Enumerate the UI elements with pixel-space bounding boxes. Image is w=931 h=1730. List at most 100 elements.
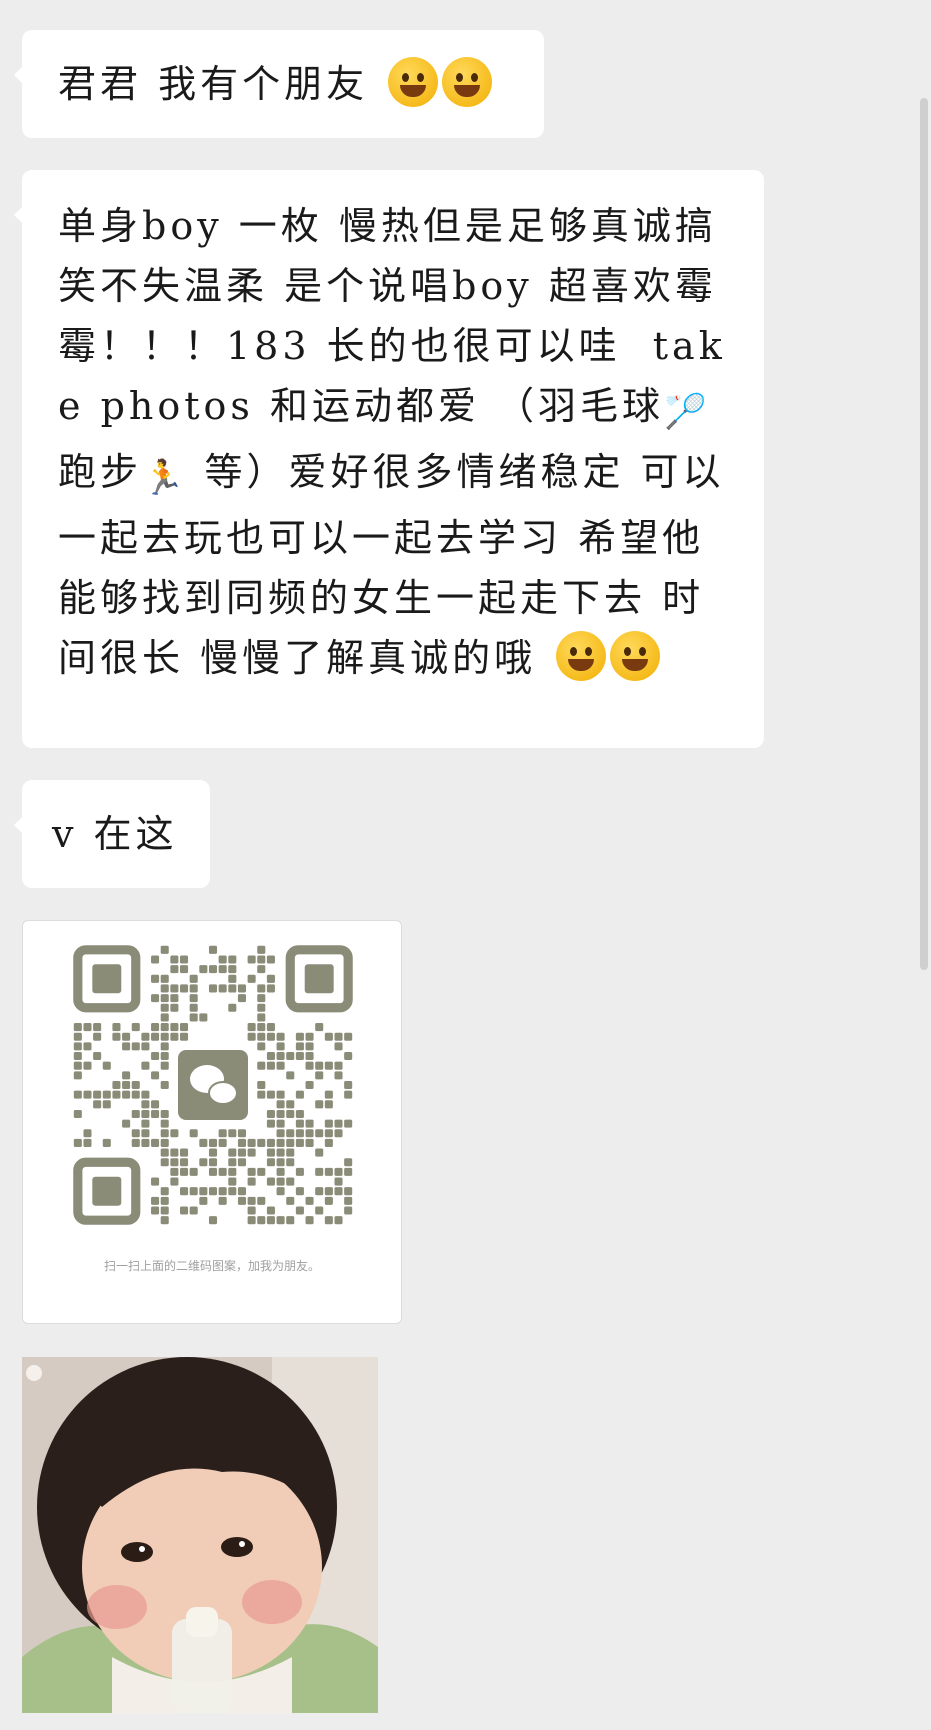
message-bubble-3[interactable]: v 在这 xyxy=(14,780,210,888)
qr-module xyxy=(160,1080,169,1090)
qr-module xyxy=(247,1196,256,1205)
qr-module xyxy=(122,1090,131,1099)
qr-module xyxy=(276,1129,285,1138)
qr-module xyxy=(257,955,266,964)
qr-module xyxy=(170,955,179,964)
qr-module xyxy=(247,1167,256,1176)
qr-module xyxy=(266,955,275,964)
qr-module xyxy=(208,984,218,993)
qr-module xyxy=(189,1013,198,1022)
qr-module xyxy=(180,1158,189,1167)
qr-module xyxy=(257,945,266,954)
qr-module xyxy=(228,1129,237,1138)
qr-module xyxy=(324,1100,333,1109)
qr-module xyxy=(180,965,189,974)
scrollbar[interactable] xyxy=(920,98,928,970)
qr-code-card[interactable]: 扫一扫上面的二维码图案，加我为朋友。 xyxy=(22,920,402,1324)
qr-module xyxy=(160,1216,169,1225)
qr-module xyxy=(83,1042,92,1051)
qr-module xyxy=(151,974,160,983)
qr-module xyxy=(266,1032,275,1041)
qr-module xyxy=(344,1206,353,1215)
qr-module xyxy=(83,1129,92,1138)
qr-module xyxy=(247,1148,256,1157)
qr-module xyxy=(199,1187,208,1196)
qr-module xyxy=(305,1042,314,1051)
qr-module xyxy=(266,1119,275,1128)
qr-module xyxy=(286,1158,295,1167)
qr-module xyxy=(295,1042,304,1051)
qr-module xyxy=(180,955,189,964)
qr-module xyxy=(228,1148,237,1157)
qr-module xyxy=(286,1109,295,1118)
qr-module xyxy=(344,1119,353,1128)
qr-module xyxy=(170,1032,179,1041)
qr-module xyxy=(334,1061,343,1070)
qr-module xyxy=(295,1052,304,1061)
qr-module xyxy=(122,1071,131,1080)
qr-module xyxy=(228,1187,237,1196)
qr-module xyxy=(208,1216,218,1225)
qr-module xyxy=(160,1109,169,1118)
qr-module xyxy=(160,984,169,993)
qr-module xyxy=(151,1071,160,1080)
qr-module xyxy=(276,1167,285,1176)
qr-module xyxy=(276,1138,285,1147)
qr-module xyxy=(266,1138,275,1147)
qr-module xyxy=(151,1032,160,1041)
qr-module xyxy=(160,1003,169,1012)
qr-module xyxy=(218,1129,227,1138)
qr-module xyxy=(305,1080,314,1090)
qr-module xyxy=(286,1216,295,1225)
qr-module xyxy=(247,1023,256,1032)
qr-module xyxy=(315,1206,324,1215)
qr-module xyxy=(151,1138,160,1147)
qr-module xyxy=(218,955,227,964)
qr-module xyxy=(266,1148,275,1157)
qr-module xyxy=(208,1148,218,1157)
qr-module xyxy=(83,1023,92,1032)
qr-module xyxy=(218,1138,227,1147)
qr-module xyxy=(73,1090,82,1099)
qr-module xyxy=(73,1042,82,1051)
child-photo[interactable] xyxy=(22,1357,378,1713)
qr-module xyxy=(305,1119,314,1128)
qr-module xyxy=(160,1158,169,1167)
grinning-emoji-icon xyxy=(388,57,439,107)
qr-module xyxy=(131,1129,140,1138)
qr-module xyxy=(170,1003,179,1012)
qr-module xyxy=(160,1032,169,1041)
qr-module xyxy=(315,1061,324,1070)
qr-module xyxy=(334,1187,343,1196)
qr-module xyxy=(189,1003,198,1012)
qr-module xyxy=(208,1138,218,1147)
qr-module xyxy=(295,1109,304,1118)
qr-module xyxy=(315,1148,324,1157)
qr-module xyxy=(344,1090,353,1099)
qr-module xyxy=(247,1138,256,1147)
qr-module xyxy=(295,1129,304,1138)
qr-module xyxy=(93,1032,102,1041)
qr-module xyxy=(305,1138,314,1147)
qr-module xyxy=(141,1032,150,1041)
qr-module xyxy=(276,1042,285,1051)
grinning-emoji-icon xyxy=(442,57,493,107)
qr-module xyxy=(83,1138,92,1147)
qr-module xyxy=(334,1177,343,1186)
qr-module xyxy=(141,1061,150,1070)
qr-module xyxy=(170,984,179,993)
qr-module xyxy=(257,1196,266,1205)
qr-module xyxy=(189,1167,198,1176)
qr-module xyxy=(170,1158,179,1167)
qr-module xyxy=(266,984,275,993)
qr-module xyxy=(160,1052,169,1061)
message-bubble-1[interactable]: 君君 我有个朋友 xyxy=(14,30,544,138)
qr-module xyxy=(286,1138,295,1147)
qr-module xyxy=(112,1032,121,1041)
qr-module xyxy=(295,1138,304,1147)
qr-module xyxy=(122,1032,131,1041)
qr-module xyxy=(295,1187,304,1196)
qr-module xyxy=(102,1100,111,1109)
message-bubble-2[interactable]: 单身boy 一枚 慢热但是足够真诚搞笑不失温柔 是个说唱boy 超喜欢霉霉！！！… xyxy=(14,170,764,748)
qr-module xyxy=(170,1167,179,1176)
